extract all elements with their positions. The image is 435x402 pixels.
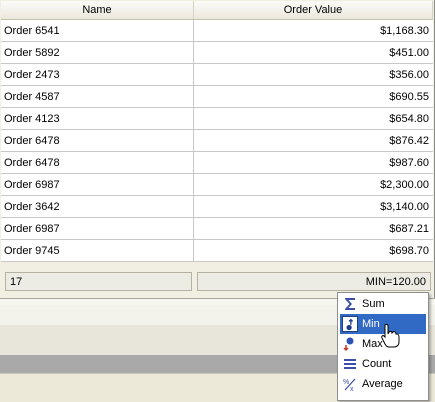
table-row[interactable]: Order 6987 $2,300.00 (1, 174, 433, 196)
menu-item-label: Average (362, 378, 403, 390)
cell-name[interactable]: Order 5892 (1, 42, 194, 64)
svg-text:x: x (350, 386, 354, 392)
sigma-icon (345, 298, 355, 310)
table-row[interactable]: Order 4587 $690.55 (1, 86, 433, 108)
cell-order-value[interactable]: $876.42 (194, 130, 433, 152)
footer-summary-cell[interactable]: MIN=120.00 (197, 272, 431, 291)
cell-name[interactable]: Order 6541 (1, 20, 194, 42)
table-row[interactable]: Order 6987 $687.21 (1, 218, 433, 240)
cell-name[interactable]: Order 4123 (1, 108, 194, 130)
cell-order-value[interactable]: $451.00 (194, 42, 433, 64)
cell-order-value[interactable]: $690.55 (194, 86, 433, 108)
cell-order-value[interactable]: $3,140.00 (194, 196, 433, 218)
hand-pointer-cursor-icon (381, 323, 400, 348)
table-row[interactable]: Order 2473 $356.00 (1, 64, 433, 86)
count-icon (344, 359, 356, 369)
cell-order-value[interactable]: $698.70 (194, 240, 433, 262)
menu-item-label: Sum (362, 298, 385, 310)
cell-order-value[interactable]: $2,300.00 (194, 174, 433, 196)
table-row[interactable]: Order 9745 $698.70 (1, 240, 433, 262)
menu-item-label: Count (362, 358, 392, 370)
cell-name[interactable]: Order 6478 (1, 152, 194, 174)
cell-name[interactable]: Order 9745 (1, 240, 194, 262)
menu-item-average[interactable]: % x Average (340, 374, 426, 394)
data-grid: Name Order Value Order 6541 $1,168.30 Orde… (0, 0, 435, 298)
min-icon (342, 316, 358, 332)
menu-item-sum[interactable]: Sum (340, 294, 426, 314)
cell-order-value[interactable]: $687.21 (194, 218, 433, 240)
cell-name[interactable]: Order 6987 (1, 218, 194, 240)
average-icon: % x (343, 378, 356, 392)
cell-name[interactable]: Order 3642 (1, 196, 194, 218)
table-row[interactable]: Order 6478 $987.60 (1, 152, 433, 174)
table-row[interactable]: Order 6541 $1,168.30 (1, 20, 433, 42)
grid-rows: Order 6541 $1,168.30 Order 5892 $451.00 Orde… (1, 20, 433, 262)
cell-order-value[interactable]: $356.00 (194, 64, 433, 86)
table-row[interactable]: Order 6478 $876.42 (1, 130, 433, 152)
cell-order-value[interactable]: $987.60 (194, 152, 433, 174)
footer-count-cell[interactable]: 17 (5, 272, 192, 291)
svg-text:%: % (343, 379, 349, 386)
menu-item-count[interactable]: Count (340, 354, 426, 374)
cell-name[interactable]: Order 2473 (1, 64, 194, 86)
cell-name[interactable]: Order 4587 (1, 86, 194, 108)
cell-name[interactable]: Order 6987 (1, 174, 194, 196)
column-header-order-value[interactable]: Order Value (194, 1, 433, 19)
cell-order-value[interactable]: $654.80 (194, 108, 433, 130)
cell-order-value[interactable]: $1,168.30 (194, 20, 433, 42)
cell-name[interactable]: Order 6478 (1, 130, 194, 152)
menu-item-label: Min (362, 318, 380, 330)
max-icon (343, 337, 354, 352)
table-row[interactable]: Order 5892 $451.00 (1, 42, 433, 64)
grid-header: Name Order Value (1, 1, 433, 20)
table-row[interactable]: Order 3642 $3,140.00 (1, 196, 433, 218)
column-header-name[interactable]: Name (1, 1, 194, 19)
table-row[interactable]: Order 4123 $654.80 (1, 108, 433, 130)
